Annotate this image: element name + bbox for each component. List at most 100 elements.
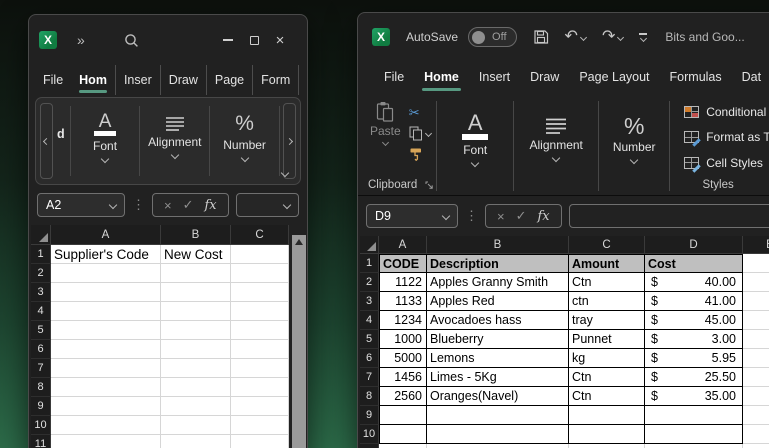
font-group-button[interactable]: A Font [73,102,138,180]
format-as-table-button[interactable]: Format as Table [684,124,769,149]
cell-B11[interactable] [427,444,569,448]
dialog-launcher-icon[interactable] [425,181,434,190]
cell-C8[interactable] [231,378,289,397]
tab-inser[interactable]: Inser [114,65,160,95]
cell-A8[interactable] [51,378,161,397]
cell-A11[interactable] [51,435,161,448]
column-header-D[interactable]: D [645,236,743,254]
cell-C8[interactable]: Ctn [569,387,645,406]
cell-E11[interactable] [743,444,769,448]
ribbon-scroll-left-button[interactable] [40,103,53,179]
column-header-C[interactable]: C [569,236,645,254]
cell-C7[interactable]: Ctn [569,368,645,387]
row-header-5[interactable]: 5 [31,321,51,340]
cell-D1[interactable]: Cost [645,254,743,273]
minimize-button[interactable] [215,27,241,53]
tab-form[interactable]: Form [252,65,298,95]
customize-quick-access-icon[interactable] [639,33,648,42]
format-painter-button[interactable] [409,146,431,162]
row-header-1[interactable]: 1 [360,254,379,273]
cell-C2[interactable] [231,264,289,283]
alignment-group-button[interactable]: Alignment [142,102,207,180]
cell-D8[interactable]: $35.00 [645,387,743,406]
cell-A6[interactable] [51,340,161,359]
cell-A4[interactable] [51,302,161,321]
tab-draw[interactable]: Draw [520,61,569,93]
cell-B6[interactable] [161,340,231,359]
cell-D11[interactable] [645,444,743,448]
row-header-7[interactable]: 7 [31,359,51,378]
cell-A1[interactable]: Supplier's Code [51,245,161,264]
cell-B3[interactable] [161,283,231,302]
select-all-corner[interactable] [360,236,379,254]
tab-page-layout[interactable]: Page Layout [569,61,659,93]
column-header-C[interactable]: C [231,225,289,245]
cell-E10[interactable] [743,425,769,444]
font-group-button[interactable]: A Font [439,97,511,195]
cell-A5[interactable]: 1000 [379,330,427,349]
cell-C7[interactable] [231,359,289,378]
tab-dat[interactable]: Dat [732,61,769,93]
cell-A1[interactable]: CODE [379,254,427,273]
cell-C10[interactable] [569,425,645,444]
cell-D2[interactable]: $40.00 [645,273,743,292]
cell-C6[interactable] [231,340,289,359]
cell-A11[interactable] [379,444,427,448]
cell-D5[interactable]: $3.00 [645,330,743,349]
tab-da[interactable]: Da [298,65,307,95]
cell-E5[interactable] [743,330,769,349]
cell-D7[interactable]: $25.50 [645,368,743,387]
row-header-9[interactable]: 9 [31,397,51,416]
enter-icon[interactable]: ✓ [516,208,527,224]
scroll-up-arrow-icon[interactable] [295,239,303,245]
redo-button[interactable]: ↷ [602,29,625,45]
cell-B7[interactable]: Limes - 5Kg [427,368,569,387]
row-header-7[interactable]: 7 [360,368,379,387]
cell-A5[interactable] [51,321,161,340]
tab-hom[interactable]: Hom [71,65,115,95]
number-group-button[interactable]: % Number [212,102,277,180]
cell-A6[interactable]: 5000 [379,349,427,368]
column-header-A[interactable]: A [51,225,161,245]
tab-page[interactable]: Page [205,65,252,95]
conditional-formatting-button[interactable]: Conditional For [684,99,769,124]
cell-B3[interactable]: Apples Red [427,292,569,311]
row-header-8[interactable]: 8 [31,378,51,397]
cell-C3[interactable]: ctn [569,292,645,311]
close-button[interactable]: × [267,27,293,53]
cell-B10[interactable] [161,416,231,435]
cell-B1[interactable]: New Cost [161,245,231,264]
name-box[interactable]: A2 [37,193,125,217]
row-header-4[interactable]: 4 [31,302,51,321]
alignment-group-button[interactable]: Alignment [516,97,596,195]
cell-B8[interactable]: Oranges(Navel) [427,387,569,406]
row-header-10[interactable]: 10 [360,425,379,444]
cell-C5[interactable] [231,321,289,340]
cell-C4[interactable]: tray [569,311,645,330]
row-header-1[interactable]: 1 [31,245,51,264]
save-icon[interactable] [533,29,549,45]
cell-C4[interactable] [231,302,289,321]
cell-A9[interactable] [51,397,161,416]
cell-C9[interactable] [569,406,645,425]
undo-dropdown-icon[interactable] [579,33,587,41]
cell-E8[interactable] [743,387,769,406]
insert-function-icon[interactable]: fx [204,198,216,213]
number-group-button[interactable]: % Number [601,97,667,195]
cell-C9[interactable] [231,397,289,416]
name-box[interactable]: D9 [366,204,458,228]
cell-C6[interactable]: kg [569,349,645,368]
cell-C1[interactable]: Amount [569,254,645,273]
row-header-3[interactable]: 3 [31,283,51,302]
tab-home[interactable]: Home [414,61,469,93]
cell-B2[interactable] [161,264,231,283]
cell-A7[interactable]: 1456 [379,368,427,387]
cell-A10[interactable] [51,416,161,435]
vertical-scrollbar[interactable] [292,235,306,448]
ribbon-scroll-right-button[interactable] [282,103,296,179]
cell-A8[interactable]: 2560 [379,387,427,406]
column-header-E[interactable]: E [743,236,769,254]
column-header-B[interactable]: B [161,225,231,245]
tab-insert[interactable]: Insert [469,61,520,93]
cell-B5[interactable]: Blueberry [427,330,569,349]
